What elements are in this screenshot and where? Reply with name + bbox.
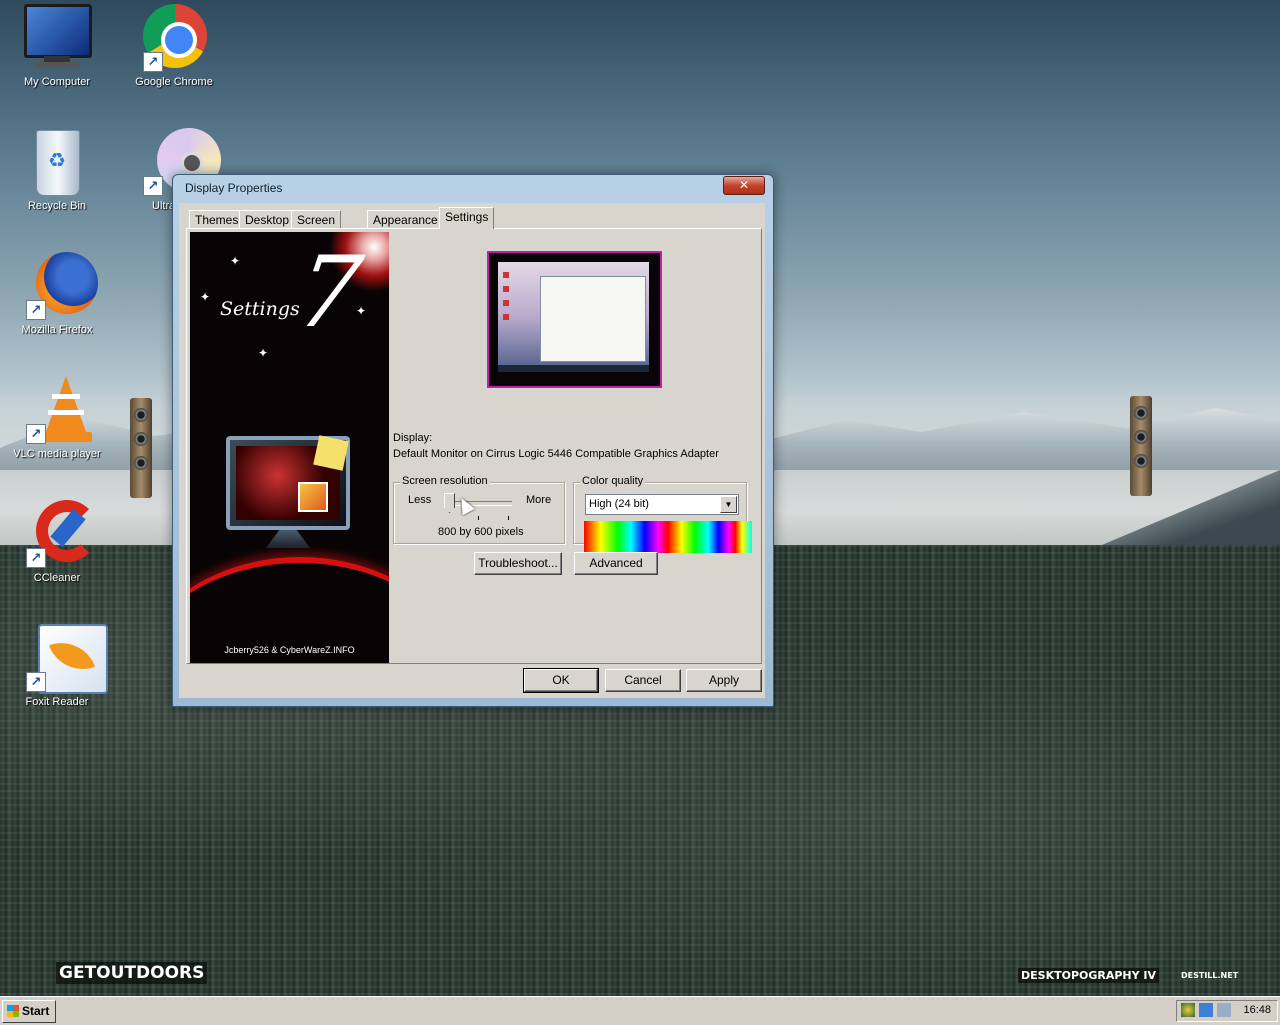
- desktop-icon-my-computer[interactable]: My Computer: [7, 4, 107, 88]
- bird-icon: ✦: [200, 290, 211, 304]
- preview-screen: [498, 262, 649, 372]
- shortcut-arrow-icon: ↗: [26, 300, 46, 320]
- shortcut-arrow-icon: ↗: [26, 672, 46, 692]
- brand-getoutdoors: GETOUTDOORS: [56, 962, 208, 984]
- resolution-slider-thumb[interactable]: [444, 493, 455, 513]
- shortcut-arrow-icon: ↗: [26, 548, 46, 568]
- windows-logo-icon: [7, 1005, 19, 1017]
- window-titlebar[interactable]: Display Properties ✕: [173, 175, 773, 201]
- display-properties-window: Display Properties ✕ Themes Desktop Scre…: [172, 174, 774, 707]
- sticky-note-icon: [313, 435, 349, 471]
- desktop-icon-label: CCleaner: [33, 572, 81, 584]
- ccleaner-icon: ↗: [22, 500, 98, 570]
- chevron-down-icon[interactable]: ▼: [720, 496, 737, 513]
- desktop-icon-label: Foxit Reader: [25, 696, 89, 708]
- display-value: Default Monitor on Cirrus Logic 5446 Com…: [393, 448, 719, 460]
- taskbar-clock: 16:48: [1243, 1004, 1271, 1016]
- color-spectrum-bar: [584, 521, 752, 553]
- chrome-icon: ↗: [139, 4, 209, 74]
- cancel-button[interactable]: Cancel: [605, 669, 681, 692]
- desktop-icon-mozilla-firefox[interactable]: ↗ Mozilla Firefox: [7, 252, 107, 336]
- desktop-icon-google-chrome[interactable]: ↗ Google Chrome: [124, 4, 224, 88]
- desktop-icon-foxit-reader[interactable]: ↗ Foxit Reader: [7, 624, 108, 708]
- advanced-button[interactable]: Advanced: [574, 552, 658, 575]
- brand-desktopography: DESKTOPOGRAPHY IV: [1018, 968, 1160, 983]
- desktop-icon-ccleaner[interactable]: ↗ CCleaner: [7, 500, 107, 584]
- taskbar: Start 16:48: [0, 996, 1280, 1025]
- tab-settings[interactable]: Settings: [439, 207, 495, 229]
- shortcut-arrow-icon: ↗: [143, 52, 163, 72]
- start-button[interactable]: Start: [2, 1000, 56, 1023]
- display-label: Display:: [393, 432, 433, 444]
- resolution-value: 800 by 600 pixels: [438, 526, 524, 538]
- desktop-icon-label: Google Chrome: [135, 76, 213, 88]
- settings-banner: 7 Settings ✦ ✦ ✦ ✦ Jcberry526 & CyberWar…: [190, 232, 389, 663]
- system-tray: 16:48: [1176, 1000, 1278, 1022]
- desktop-icon-label: Recycle Bin: [27, 200, 87, 212]
- banner-credit: Jcberry526 & CyberWareZ.INFO: [224, 645, 355, 655]
- bird-icon: ✦: [230, 254, 241, 268]
- tray-app-icon[interactable]: [1181, 1003, 1195, 1017]
- banner-seven: 7: [289, 236, 369, 350]
- shortcut-arrow-icon: ↗: [143, 176, 163, 196]
- window-client-area: Themes Desktop Screen Saver Appearance S…: [179, 203, 765, 698]
- tab-screen-saver[interactable]: Screen Saver: [291, 210, 342, 245]
- firefox-icon: ↗: [22, 252, 98, 322]
- recycle-bin-icon: ♻: [22, 128, 92, 198]
- start-label: Start: [22, 1004, 50, 1018]
- banner-title: Settings: [220, 298, 300, 320]
- tab-appearance[interactable]: Appearance: [367, 210, 444, 229]
- resolution-more-label: More: [526, 494, 552, 506]
- my-computer-icon: [22, 4, 92, 74]
- ok-button[interactable]: OK: [523, 668, 599, 693]
- desktop-icon-label: Mozilla Firefox: [21, 324, 93, 336]
- screen-resolution-legend: Screen resolution: [400, 475, 490, 487]
- tab-themes[interactable]: Themes: [189, 210, 245, 229]
- close-button[interactable]: ✕: [723, 176, 765, 195]
- settings-panel: 7 Settings ✦ ✦ ✦ ✦ Jcberry526 & CyberWar…: [186, 228, 762, 664]
- foxit-icon: ↗: [22, 624, 108, 694]
- resolution-less-label: Less: [408, 494, 432, 506]
- display-preview: [487, 251, 662, 388]
- vlc-icon: ↗: [22, 376, 92, 446]
- close-icon: ✕: [738, 178, 750, 192]
- color-quality-select[interactable]: High (24 bit) ▼: [585, 494, 739, 515]
- screen-resolution-group: Screen resolution Less More 800 by 600 p…: [393, 475, 565, 544]
- photo-icon: [298, 482, 328, 512]
- desktop-icon-label: My Computer: [23, 76, 91, 88]
- brand-destill: DESTILL.NET: [1181, 971, 1239, 980]
- tray-network-icon[interactable]: [1199, 1003, 1213, 1017]
- bird-icon: ✦: [258, 346, 269, 360]
- color-quality-legend: Color quality: [580, 475, 646, 487]
- shortcut-arrow-icon: ↗: [26, 424, 46, 444]
- window-title: Display Properties: [185, 181, 283, 195]
- preview-window-icon: [540, 276, 646, 362]
- desktop-icon-label: VLC media player: [13, 448, 101, 460]
- color-quality-value: High (24 bit): [589, 498, 649, 510]
- troubleshoot-button[interactable]: Troubleshoot...: [474, 552, 562, 575]
- desktop-icon-recycle-bin[interactable]: ♻ Recycle Bin: [7, 128, 107, 212]
- tab-desktop[interactable]: Desktop: [239, 210, 296, 229]
- tray-monitor-icon[interactable]: [1217, 1003, 1231, 1017]
- wallpaper-speaker-left: [130, 398, 152, 498]
- color-quality-group: Color quality High (24 bit) ▼: [573, 475, 752, 553]
- desktop-icon-vlc[interactable]: ↗ VLC media player: [7, 376, 107, 460]
- apply-button[interactable]: Apply: [686, 669, 762, 692]
- wallpaper-speaker-right: [1130, 396, 1152, 496]
- bird-icon: ✦: [356, 304, 367, 318]
